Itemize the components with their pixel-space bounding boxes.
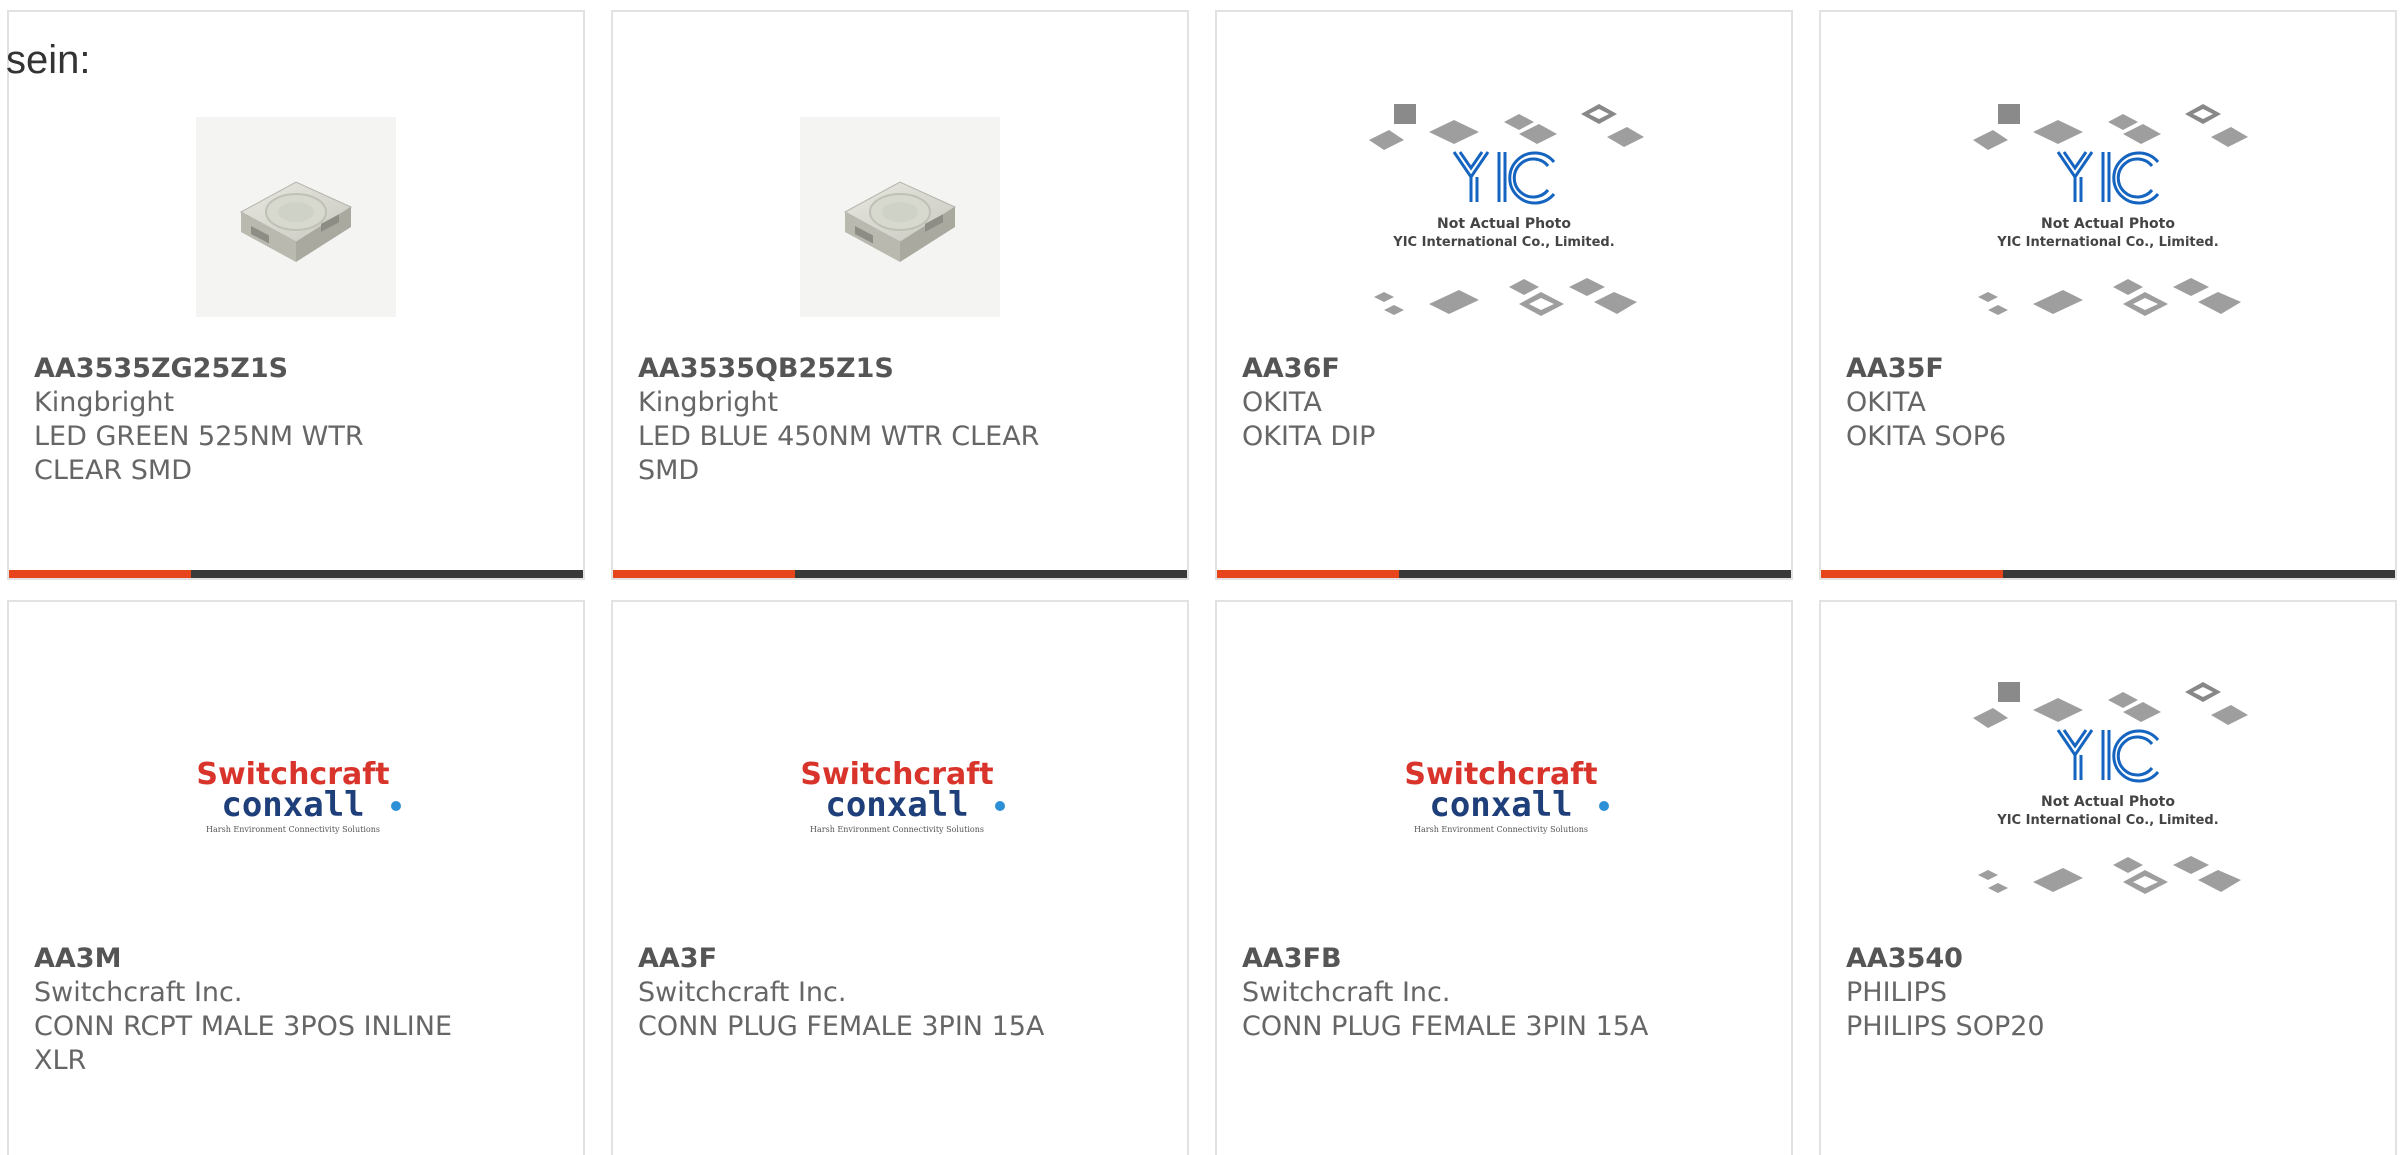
product-image[interactable]: [9, 82, 583, 352]
part-number[interactable]: AA3M: [34, 942, 558, 976]
manufacturer: OKITA: [1242, 387, 1322, 418]
card-footer-bar: [613, 570, 1187, 578]
switchcraft-conxall-logo: Switchcraft conxall Harsh Environment Co…: [1404, 757, 1609, 834]
tagline-text: Harsh Environment Connectivity Solutions: [206, 825, 380, 834]
product-card[interactable]: Switchcraft conxall Harsh Environment Co…: [611, 600, 1189, 1155]
manufacturer: Switchcraft Inc.: [34, 977, 243, 1008]
product-grid-page: sein: AA3535ZG25Z1S Kingbright LED GREEN…: [0, 0, 2400, 1155]
product-info: AA3540 PHILIPS PHILIPS SOP20: [1846, 942, 2370, 1044]
product-info: AA3F Switchcraft Inc. CONN PLUG FEMALE 3…: [638, 942, 1162, 1044]
not-actual-photo-text: Not Actual Photo: [1437, 216, 1571, 232]
product-info: AA3M Switchcraft Inc. CONN RCPT MALE 3PO…: [34, 942, 558, 1078]
yic-placeholder-image: Not Actual Photo YIC International Co., …: [1973, 104, 2248, 316]
accent-bar: [1217, 570, 1399, 578]
led-smd-photo: [800, 117, 1000, 317]
switchcraft-conxall-logo: Switchcraft conxall Harsh Environment Co…: [196, 757, 401, 834]
part-number[interactable]: AA3F: [638, 942, 1162, 976]
product-image[interactable]: Switchcraft conxall Harsh Environment Co…: [9, 660, 583, 930]
part-number[interactable]: AA3540: [1846, 942, 2370, 976]
accent-bar: [613, 570, 795, 578]
product-info: AA3FB Switchcraft Inc. CONN PLUG FEMALE …: [1242, 942, 1766, 1044]
part-number[interactable]: AA36F: [1242, 352, 1766, 386]
accent-bar: [9, 570, 191, 578]
card-footer-bar: [1217, 570, 1791, 578]
description: LED BLUE 450NM WTR CLEAR SMD: [638, 421, 1040, 486]
yic-placeholder-image: Not Actual Photo YIC International Co., …: [1369, 104, 1644, 316]
yic-company-text: YIC International Co., Limited.: [1392, 235, 1614, 250]
product-image[interactable]: [613, 82, 1187, 352]
manufacturer: Kingbright: [34, 387, 175, 418]
switchcraft-conxall-logo: Switchcraft conxall Harsh Environment Co…: [800, 757, 1005, 834]
product-card[interactable]: Switchcraft conxall Harsh Environment Co…: [1215, 600, 1793, 1155]
product-image[interactable]: Not Actual Photo YIC International Co., …: [1821, 660, 2395, 930]
product-card[interactable]: AA3535ZG25Z1S Kingbright LED GREEN 525NM…: [7, 10, 585, 580]
product-card[interactable]: Not Actual Photo YIC International Co., …: [1819, 10, 2397, 580]
not-actual-photo-text: Not Actual Photo: [2041, 216, 2175, 232]
manufacturer: PHILIPS: [1846, 977, 1947, 1008]
description: CONN PLUG FEMALE 3PIN 15A: [638, 1011, 1045, 1042]
conxall-wordmark: conxall: [221, 785, 364, 825]
tagline-text: Harsh Environment Connectivity Solutions: [1414, 825, 1588, 834]
yic-company-text: YIC International Co., Limited.: [1996, 813, 2218, 828]
product-card[interactable]: AA3535QB25Z1S Kingbright LED BLUE 450NM …: [611, 10, 1189, 580]
card-footer-bar: [9, 570, 583, 578]
description: CONN PLUG FEMALE 3PIN 15A: [1242, 1011, 1649, 1042]
product-image[interactable]: Switchcraft conxall Harsh Environment Co…: [1217, 660, 1791, 930]
description: CONN RCPT MALE 3POS INLINE XLR: [34, 1011, 453, 1076]
description: LED GREEN 525NM WTR CLEAR SMD: [34, 421, 364, 486]
manufacturer: Switchcraft Inc.: [1242, 977, 1451, 1008]
product-info: AA36F OKITA OKITA DIP: [1242, 352, 1766, 454]
description: OKITA DIP: [1242, 421, 1376, 452]
product-image[interactable]: Not Actual Photo YIC International Co., …: [1821, 82, 2395, 352]
part-number[interactable]: AA35F: [1846, 352, 2370, 386]
part-number[interactable]: AA3535QB25Z1S: [638, 352, 1162, 386]
product-info: AA3535QB25Z1S Kingbright LED BLUE 450NM …: [638, 352, 1162, 488]
tagline-text: Harsh Environment Connectivity Solutions: [810, 825, 984, 834]
product-card[interactable]: Not Actual Photo YIC International Co., …: [1215, 10, 1793, 580]
manufacturer: OKITA: [1846, 387, 1926, 418]
description: OKITA SOP6: [1846, 421, 2007, 452]
manufacturer: Switchcraft Inc.: [638, 977, 847, 1008]
product-image[interactable]: Switchcraft conxall Harsh Environment Co…: [613, 660, 1187, 930]
manufacturer: Kingbright: [638, 387, 779, 418]
led-smd-photo: [196, 117, 396, 317]
yic-placeholder-image: Not Actual Photo YIC International Co., …: [1973, 682, 2248, 894]
part-number[interactable]: AA3FB: [1242, 942, 1766, 976]
product-info: AA35F OKITA OKITA SOP6: [1846, 352, 2370, 454]
part-number[interactable]: AA3535ZG25Z1S: [34, 352, 558, 386]
not-actual-photo-text: Not Actual Photo: [2041, 794, 2175, 810]
yic-company-text: YIC International Co., Limited.: [1996, 235, 2218, 250]
product-image[interactable]: Not Actual Photo YIC International Co., …: [1217, 82, 1791, 352]
accent-bar: [1821, 570, 2003, 578]
intro-text: sein:: [6, 38, 91, 82]
card-footer-bar: [1821, 570, 2395, 578]
description: PHILIPS SOP20: [1846, 1011, 2045, 1042]
product-info: AA3535ZG25Z1S Kingbright LED GREEN 525NM…: [34, 352, 558, 488]
product-card[interactable]: Switchcraft conxall Harsh Environment Co…: [7, 600, 585, 1155]
conxall-wordmark: conxall: [825, 785, 968, 825]
conxall-wordmark: conxall: [1429, 785, 1572, 825]
product-card[interactable]: Not Actual Photo YIC International Co., …: [1819, 600, 2397, 1155]
